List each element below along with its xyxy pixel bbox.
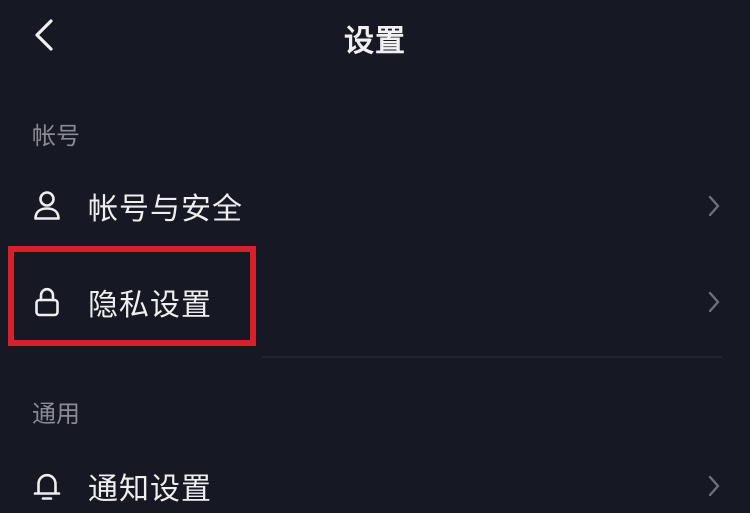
chevron-right-icon [704,289,724,315]
settings-item-privacy[interactable]: 隐私设置 [0,256,750,348]
chevron-right-icon [704,193,724,219]
chevron-right-icon [704,473,724,499]
settings-item-label: 帐号与安全 [88,192,243,227]
lock-icon [30,285,64,319]
user-icon [30,189,64,223]
section-header-general: 通用 [32,400,80,428]
page-title: 设置 [344,24,406,59]
settings-screen: 设置 帐号 帐号与安全 隐私设置 通用 通知设置 [0,0,750,513]
settings-item-notifications[interactable]: 通知设置 [0,440,750,513]
settings-item-label: 通知设置 [88,472,212,507]
section-header-account: 帐号 [32,122,80,150]
bell-icon [30,469,64,503]
settings-item-label: 隐私设置 [88,288,212,323]
settings-item-account-security[interactable]: 帐号与安全 [0,160,750,252]
header-bar: 设置 [0,0,750,80]
section-divider [262,356,722,358]
